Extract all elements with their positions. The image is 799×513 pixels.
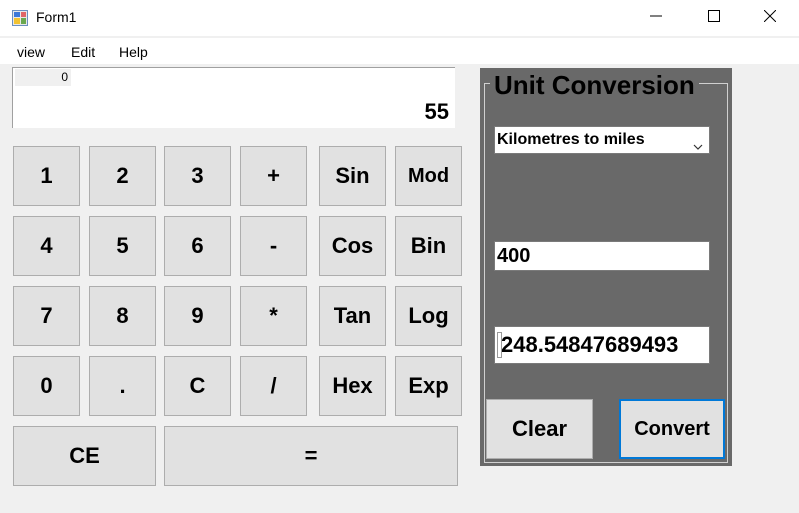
conversion-type-select[interactable]: Kilometres to miles: [494, 126, 710, 154]
key-2[interactable]: 2: [89, 146, 156, 206]
calculator-display: 0 55: [12, 67, 455, 128]
key-tan[interactable]: Tan: [319, 286, 386, 346]
key-multiply[interactable]: *: [240, 286, 307, 346]
key-5[interactable]: 5: [89, 216, 156, 276]
key-1[interactable]: 1: [13, 146, 80, 206]
memory-display: 0: [15, 69, 71, 86]
key-divide[interactable]: /: [240, 356, 307, 416]
menu-edit[interactable]: Edit: [71, 44, 95, 60]
key-ce[interactable]: CE: [13, 426, 156, 486]
menu-help[interactable]: Help: [119, 44, 148, 60]
panel-title: Unit Conversion: [490, 70, 699, 101]
conversion-type-value: Kilometres to miles: [497, 131, 645, 148]
key-0[interactable]: 0: [13, 356, 80, 416]
key-exp[interactable]: Exp: [395, 356, 462, 416]
title-bar: Form1: [0, 0, 799, 36]
minimize-icon: [650, 9, 662, 27]
key-plus[interactable]: +: [240, 146, 307, 206]
key-7[interactable]: 7: [13, 286, 80, 346]
key-sin[interactable]: Sin: [319, 146, 386, 206]
menu-view[interactable]: view: [17, 44, 45, 60]
key-3[interactable]: 3: [164, 146, 231, 206]
key-equals[interactable]: =: [164, 426, 458, 486]
close-button[interactable]: [741, 0, 799, 36]
key-8[interactable]: 8: [89, 286, 156, 346]
conversion-input-field[interactable]: 400: [494, 241, 710, 271]
key-cos[interactable]: Cos: [319, 216, 386, 276]
app-icon: [12, 10, 28, 26]
text-caret: [497, 332, 502, 358]
key-clear[interactable]: C: [164, 356, 231, 416]
conversion-output-value: 248.54847689493: [501, 332, 679, 357]
close-icon: [763, 9, 777, 27]
result-display: 55: [424, 99, 449, 124]
key-bin[interactable]: Bin: [395, 216, 462, 276]
key-4[interactable]: 4: [13, 216, 80, 276]
window-title: Form1: [36, 9, 77, 25]
maximize-icon: [708, 9, 720, 27]
menu-bar: view Edit Help: [0, 38, 799, 64]
key-decimal[interactable]: .: [89, 356, 156, 416]
conversion-output-field[interactable]: 248.54847689493: [494, 326, 710, 364]
clear-button[interactable]: Clear: [486, 399, 593, 459]
chevron-down-icon: [693, 135, 703, 150]
key-mod[interactable]: Mod: [395, 146, 462, 206]
key-9[interactable]: 9: [164, 286, 231, 346]
key-log[interactable]: Log: [395, 286, 462, 346]
key-6[interactable]: 6: [164, 216, 231, 276]
maximize-button[interactable]: [685, 0, 743, 36]
key-minus[interactable]: -: [240, 216, 307, 276]
minimize-button[interactable]: [627, 0, 685, 36]
unit-conversion-panel: Unit Conversion Kilometres to miles 400 …: [480, 68, 732, 466]
convert-button[interactable]: Convert: [619, 399, 725, 459]
key-hex[interactable]: Hex: [319, 356, 386, 416]
